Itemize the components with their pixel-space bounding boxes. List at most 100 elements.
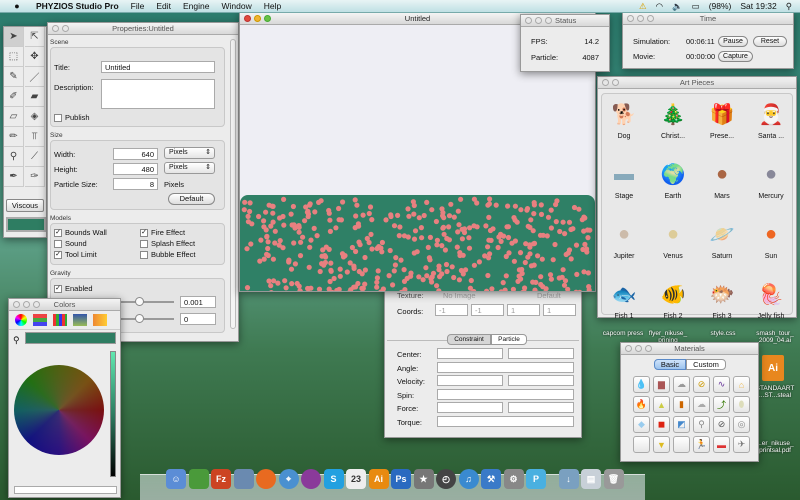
zoom-button[interactable]	[264, 15, 271, 22]
dock-firefox-icon[interactable]	[256, 469, 276, 489]
coord-input[interactable]: -1	[435, 304, 468, 316]
model-checkbox[interactable]: ✓ Fire Effect	[140, 228, 185, 237]
tool-knife-icon[interactable]: ⟋	[25, 147, 45, 167]
dock-preview-icon[interactable]	[233, 469, 254, 489]
reset-button[interactable]: Reset	[753, 36, 787, 47]
model-checkbox[interactable]: ✓ Tool Limit	[54, 250, 97, 259]
vector-input[interactable]	[437, 375, 503, 386]
acceleration-input[interactable]: 0.001	[180, 296, 216, 308]
art-piece-item[interactable]: 🐟 Fish 1	[604, 277, 644, 321]
minimize-button[interactable]	[62, 25, 69, 32]
direction-input[interactable]: 0	[180, 313, 216, 325]
art-piece-item[interactable]: 🌍 Earth	[653, 157, 693, 201]
vector-input[interactable]	[437, 402, 503, 413]
vector-input[interactable]	[508, 375, 574, 386]
tool-arrow-select-icon[interactable]: ➤	[4, 27, 24, 47]
tool-marquee-select-icon[interactable]: ⬚	[4, 47, 24, 67]
art-piece-item[interactable]: ● Venus	[653, 217, 693, 261]
particle-size-input[interactable]: 8	[113, 178, 158, 190]
dock-adium-icon[interactable]	[188, 469, 209, 489]
width-unit-select[interactable]: Pixels ⇕	[164, 147, 215, 159]
viscous-mode-button[interactable]: Viscous	[6, 199, 44, 212]
warning-icon[interactable]: ⚠	[639, 1, 647, 12]
material-steam-icon[interactable]: ☁	[693, 396, 710, 413]
tool-brush-icon[interactable]: ✏	[4, 127, 24, 147]
model-checkbox[interactable]: Bubble Effect	[140, 250, 195, 259]
dock-imovie-icon[interactable]: ★	[413, 469, 434, 489]
clock[interactable]: Sat 19:32	[740, 1, 776, 11]
art-piece-item[interactable]: ● Sun	[751, 217, 791, 261]
color-wheel[interactable]	[14, 365, 104, 455]
material-brick-icon[interactable]: ▆	[653, 376, 670, 393]
checkbox-box[interactable]: ✓	[54, 228, 62, 237]
model-checkbox[interactable]: Splash Effect	[140, 239, 195, 248]
material-empty-icon[interactable]	[633, 436, 650, 453]
material-gear-icon[interactable]: ◎	[733, 416, 750, 433]
color-swatches-strip[interactable]	[14, 486, 117, 494]
battery-icon[interactable]: ▭	[692, 1, 700, 12]
art-piece-item[interactable]: 🐡 Fish 3	[702, 277, 742, 321]
tool-paint-bucket-icon[interactable]: ◈	[25, 107, 45, 127]
vector-input[interactable]	[508, 348, 574, 359]
checkbox-box[interactable]	[140, 250, 148, 259]
dock-trash-icon[interactable]: 🗑	[603, 469, 624, 489]
publish-checkbox[interactable]: Publish	[54, 113, 90, 122]
wifi-icon[interactable]: ◠	[656, 1, 663, 12]
toolbox-color-well[interactable]	[6, 217, 46, 232]
tool-pen-icon[interactable]: ✑	[25, 167, 45, 187]
ai-file-icon[interactable]: Ai	[762, 355, 784, 381]
art-piece-item[interactable]: ● Mars	[702, 157, 742, 201]
art-piece-item[interactable]: 🎄 Christ...	[653, 97, 693, 141]
gravity-enabled-checkbox[interactable]: ✓ Enabled	[54, 284, 93, 293]
color-wheel-tab-icon[interactable]	[15, 314, 27, 326]
texture-select[interactable]: No Image	[443, 291, 476, 300]
checkbox-box[interactable]: ✓	[140, 228, 148, 237]
tab-particle[interactable]: Particle	[491, 334, 527, 345]
material-lava-icon[interactable]: ◼	[653, 416, 670, 433]
scalar-input[interactable]	[437, 388, 574, 400]
image-palettes-tab-icon[interactable]	[73, 314, 87, 326]
current-color-swatch[interactable]	[25, 332, 116, 344]
apple-menu-icon[interactable]: ●	[10, 1, 24, 11]
tool-rectangle-shape-icon[interactable]: ▰	[25, 87, 45, 107]
minimize-button[interactable]	[23, 301, 30, 308]
tab-custom[interactable]: Custom	[686, 359, 726, 370]
material-glass-icon[interactable]: ◩	[673, 416, 690, 433]
capture-button[interactable]: Capture	[718, 51, 753, 62]
height-input[interactable]: 480	[113, 163, 158, 175]
material-rope-icon[interactable]: ∿	[713, 376, 730, 393]
width-input[interactable]: 640	[113, 148, 158, 160]
tool-eraser-pencil-icon[interactable]: ✐	[4, 87, 24, 107]
zoom-button[interactable]	[33, 301, 40, 308]
material-runner-icon[interactable]: 🏃	[693, 436, 710, 453]
dock-documents-icon[interactable]: ▤	[581, 469, 601, 489]
brightness-slider[interactable]	[110, 351, 116, 477]
art-piece-item[interactable]: 🐠 Fish 2	[653, 277, 693, 321]
menu-file[interactable]: File	[131, 1, 145, 11]
art-piece-item[interactable]: 🪐 Saturn	[702, 217, 742, 261]
properties-scrollbar[interactable]	[230, 39, 236, 329]
dock-skype-icon[interactable]: S	[323, 469, 344, 489]
dock-system-preferences-icon[interactable]: ⚙	[503, 469, 524, 489]
vector-input[interactable]	[508, 402, 574, 413]
close-button[interactable]	[13, 301, 20, 308]
menu-window[interactable]: Window	[221, 1, 251, 11]
acceleration-slider[interactable]	[118, 297, 174, 306]
color-sliders-tab-icon[interactable]	[33, 314, 47, 326]
height-unit-select[interactable]: Pixels ⇕	[164, 162, 215, 174]
material-red-block-icon[interactable]: ▬	[713, 436, 730, 453]
pause-button[interactable]: Pause	[718, 36, 748, 47]
dock-time-machine-icon[interactable]: ◴	[436, 469, 456, 489]
material-bird-icon[interactable]: ✈	[733, 436, 750, 453]
coord-input[interactable]: -1	[471, 304, 504, 316]
art-piece-item[interactable]: ● Jupiter	[604, 217, 644, 261]
material-fire-icon[interactable]: 🔥	[633, 396, 650, 413]
material-faucet-icon[interactable]: ⚲	[693, 416, 710, 433]
material-pipe-icon[interactable]: ⤴	[713, 396, 730, 413]
menu-edit[interactable]: Edit	[156, 1, 171, 11]
material-sand-icon[interactable]: ▲	[653, 396, 670, 413]
app-menu[interactable]: PHYZIOS Studio Pro	[36, 1, 119, 11]
menu-engine[interactable]: Engine	[183, 1, 209, 11]
checkbox-box[interactable]: ✓	[54, 250, 62, 259]
scalar-input[interactable]	[437, 415, 574, 427]
